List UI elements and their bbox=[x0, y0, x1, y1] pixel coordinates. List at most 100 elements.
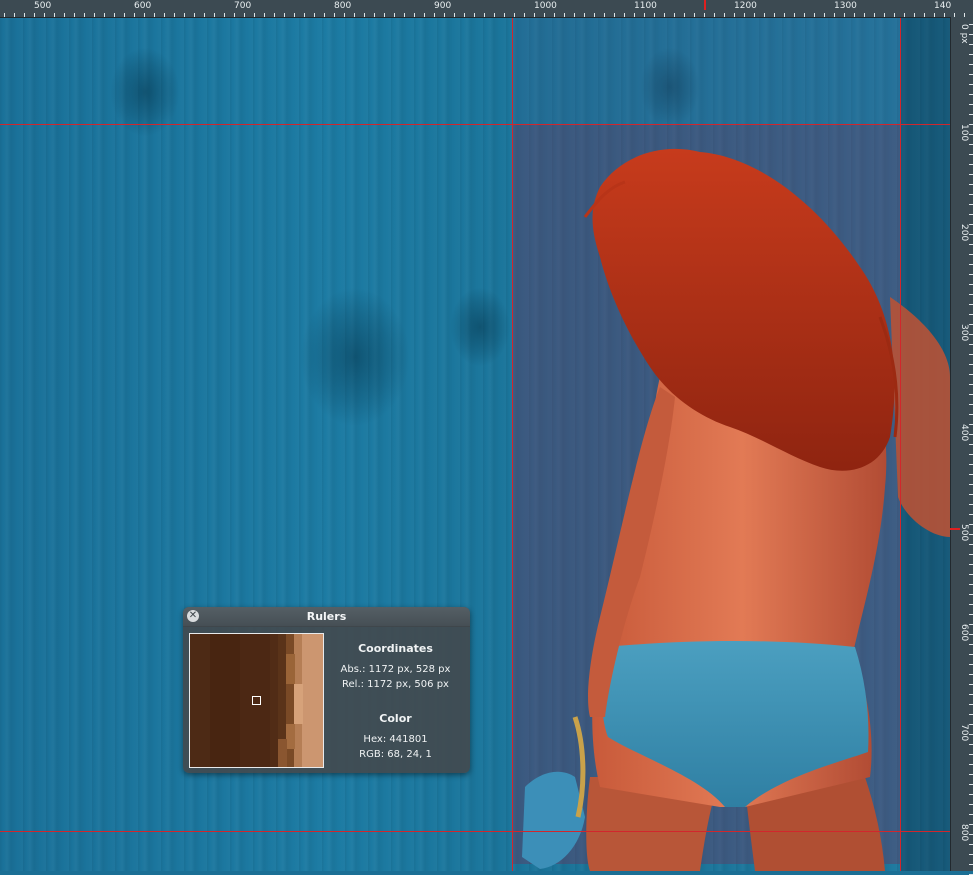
ruler-tick bbox=[404, 13, 405, 17]
guide-line-horizontal[interactable] bbox=[0, 831, 973, 832]
sample-point-marker bbox=[252, 696, 261, 705]
ruler-tick bbox=[969, 504, 973, 505]
ruler-tick bbox=[74, 13, 75, 17]
ruler-top[interactable]: 500 600 700 800 900 1000 1100 1200 1300 … bbox=[0, 0, 973, 18]
ruler-tick bbox=[969, 234, 973, 235]
image-canvas[interactable] bbox=[0, 17, 950, 871]
relative-coordinates: Rel.: 1172 px, 506 px bbox=[342, 679, 449, 690]
ruler-tick bbox=[804, 13, 805, 17]
ruler-top-label: 600 bbox=[134, 1, 152, 11]
ruler-tick bbox=[244, 13, 245, 17]
ruler-tick bbox=[969, 424, 973, 425]
ruler-tick bbox=[294, 13, 295, 17]
ruler-tick bbox=[969, 484, 973, 485]
ruler-tick bbox=[264, 13, 265, 17]
ruler-tick bbox=[594, 13, 595, 17]
ruler-tick bbox=[969, 64, 973, 65]
ruler-tick bbox=[969, 434, 973, 435]
ruler-tick bbox=[969, 664, 973, 665]
ruler-tick bbox=[969, 654, 973, 655]
ruler-tick bbox=[969, 94, 973, 95]
ruler-tick bbox=[694, 13, 695, 17]
ruler-top-label: 900 bbox=[434, 1, 452, 11]
ruler-tick bbox=[534, 13, 535, 17]
hex-value: Hex: 441801 bbox=[363, 734, 428, 745]
ruler-tick bbox=[394, 13, 395, 17]
ruler-tick bbox=[674, 13, 675, 17]
ruler-tick bbox=[914, 13, 915, 17]
ruler-tick bbox=[969, 74, 973, 75]
ruler-tick bbox=[969, 474, 973, 475]
ruler-tick bbox=[654, 13, 655, 17]
ruler-top-label: 140 bbox=[934, 1, 952, 11]
ruler-tick bbox=[969, 244, 973, 245]
ruler-tick bbox=[969, 174, 973, 175]
ruler-tick bbox=[874, 13, 875, 17]
ruler-tick bbox=[684, 13, 685, 17]
ruler-tick bbox=[969, 104, 973, 105]
ruler-tick bbox=[969, 214, 973, 215]
guide-line-horizontal[interactable] bbox=[0, 124, 973, 125]
ruler-tick bbox=[969, 454, 973, 455]
ruler-tick bbox=[374, 13, 375, 17]
ruler-top-label: 800 bbox=[334, 1, 352, 11]
ruler-tick bbox=[969, 184, 973, 185]
ruler-tick bbox=[969, 594, 973, 595]
ruler-tick bbox=[969, 524, 973, 525]
ruler-tick bbox=[234, 13, 235, 17]
ruler-tick bbox=[969, 344, 973, 345]
ruler-tick bbox=[154, 13, 155, 17]
ruler-tick bbox=[969, 134, 973, 135]
guide-line-vertical[interactable] bbox=[512, 17, 513, 871]
ruler-tick bbox=[284, 13, 285, 17]
ruler-tick bbox=[969, 464, 973, 465]
ruler-tick bbox=[754, 13, 755, 17]
ruler-tick bbox=[144, 13, 145, 17]
ruler-tick bbox=[834, 13, 835, 17]
ruler-tick bbox=[24, 13, 25, 17]
rgb-value: RGB: 68, 24, 1 bbox=[359, 749, 432, 760]
ruler-tick bbox=[969, 204, 973, 205]
ruler-tick bbox=[969, 534, 973, 535]
ruler-tick bbox=[44, 13, 45, 17]
ruler-tick bbox=[969, 624, 973, 625]
ruler-tick bbox=[969, 114, 973, 115]
coordinates-heading: Coordinates bbox=[358, 642, 433, 655]
ruler-top-label: 1100 bbox=[634, 1, 657, 11]
ruler-tick bbox=[904, 13, 905, 17]
ruler-tick bbox=[969, 554, 973, 555]
ruler-tick bbox=[969, 164, 973, 165]
rulers-panel[interactable]: Rulers ✕ Coordinates Abs.: 1172 px, 528 … bbox=[183, 607, 470, 773]
ruler-tick bbox=[969, 254, 973, 255]
ruler-tick bbox=[969, 394, 973, 395]
magnifier-preview bbox=[189, 633, 324, 768]
ruler-tick bbox=[704, 13, 705, 17]
ruler-tick bbox=[969, 614, 973, 615]
ruler-tick bbox=[454, 13, 455, 17]
ruler-tick bbox=[604, 13, 605, 17]
ruler-tick bbox=[304, 13, 305, 17]
ruler-tick bbox=[924, 13, 925, 17]
ruler-tick bbox=[664, 13, 665, 17]
ruler-tick bbox=[969, 634, 973, 635]
ruler-tick bbox=[104, 13, 105, 17]
ruler-tick bbox=[134, 13, 135, 17]
ruler-tick bbox=[254, 13, 255, 17]
ruler-tick bbox=[969, 714, 973, 715]
ruler-tick bbox=[364, 13, 365, 17]
ruler-tick bbox=[969, 794, 973, 795]
ruler-tick bbox=[784, 13, 785, 17]
close-icon[interactable]: ✕ bbox=[187, 610, 199, 622]
ruler-tick bbox=[34, 13, 35, 17]
ruler-tick bbox=[84, 13, 85, 17]
ruler-tick bbox=[494, 13, 495, 17]
ruler-tick bbox=[824, 13, 825, 17]
ruler-tick bbox=[969, 274, 973, 275]
ruler-tick bbox=[969, 34, 973, 35]
panel-title[interactable]: Rulers bbox=[183, 607, 470, 627]
ruler-tick bbox=[969, 734, 973, 735]
ruler-tick bbox=[4, 13, 5, 17]
guide-line-vertical[interactable] bbox=[900, 17, 901, 871]
ruler-right-label: 300 bbox=[959, 324, 969, 342]
ruler-right[interactable]: 0 px 100 200 300 400 500 600 700 800 bbox=[950, 17, 973, 875]
